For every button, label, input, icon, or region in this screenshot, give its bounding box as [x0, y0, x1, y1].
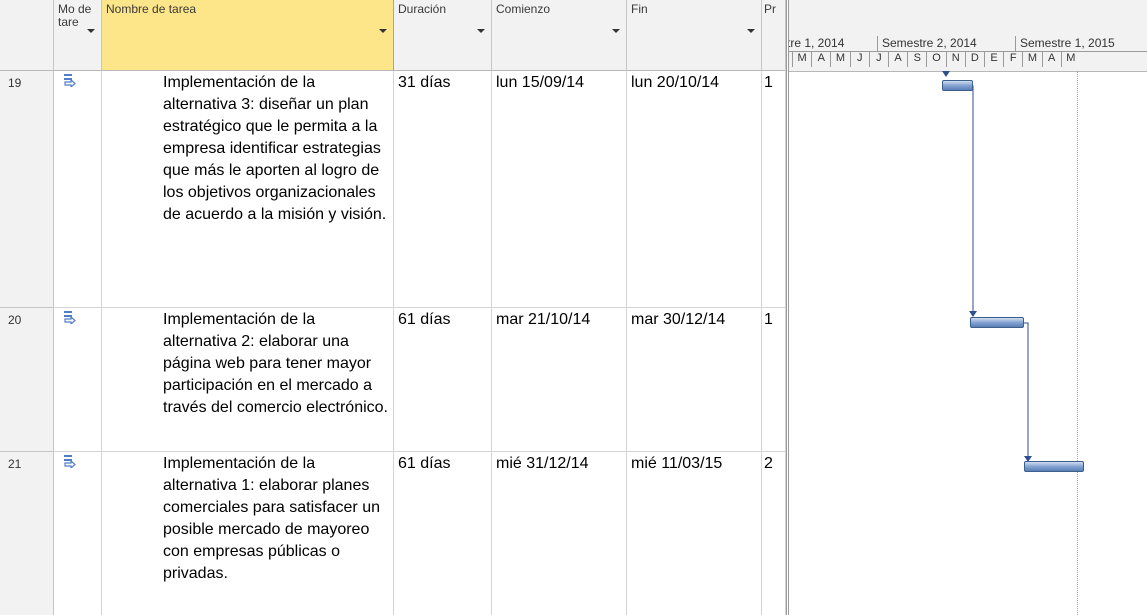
gantt-chart[interactable]: tre 1, 2014 Semestre 2, 2014 Semestre 1,… — [786, 0, 1147, 615]
column-header-start-label: Comienzo — [496, 2, 551, 16]
start-cell[interactable]: mié 31/12/14 — [492, 452, 627, 615]
column-header-predecessors-label: Pr — [764, 2, 776, 16]
column-header-finish-label: Fin — [631, 2, 648, 16]
column-header-predecessors[interactable]: Pr — [762, 0, 786, 71]
column-header-task-mode[interactable]: Mo de tare — [54, 0, 102, 71]
task-mode-cell[interactable] — [54, 71, 102, 308]
task-mode-cell[interactable] — [54, 308, 102, 452]
task-table: Mo de tare Nombre de tarea Duración Comi… — [0, 0, 786, 615]
task-bar-19[interactable] — [942, 80, 973, 91]
chevron-down-icon[interactable] — [747, 29, 755, 33]
task-name-cell[interactable]: Implementación de la alternativa 2: elab… — [102, 308, 394, 452]
column-header-duration-label: Duración — [398, 2, 447, 16]
auto-scheduled-task-icon — [64, 311, 76, 324]
column-header-task-mode-label: Mo de tare — [58, 2, 92, 29]
finish-cell[interactable]: mar 30/12/14 — [627, 308, 762, 452]
arrowhead-icon — [942, 71, 950, 77]
duration-cell[interactable]: 31 días — [394, 71, 492, 308]
auto-scheduled-task-icon — [64, 455, 76, 468]
select-all-corner[interactable] — [0, 0, 54, 71]
start-cell[interactable]: mar 21/10/14 — [492, 308, 627, 452]
column-header-task-name-label: Nombre de tarea — [106, 2, 197, 16]
chevron-down-icon[interactable] — [379, 29, 387, 33]
task-name-cell[interactable]: Implementación de la alternativa 3: dise… — [102, 71, 394, 308]
predecessors-cell[interactable]: 1 — [762, 71, 786, 308]
dependency-link — [1023, 322, 1029, 458]
finish-cell[interactable]: mié 11/03/15 — [627, 452, 762, 615]
task-name-cell[interactable]: Implementación de la alternativa 1: elab… — [102, 452, 394, 615]
start-cell[interactable]: lun 15/09/14 — [492, 71, 627, 308]
predecessors-cell[interactable]: 2 — [762, 452, 786, 615]
task-bar-21[interactable] — [1024, 461, 1084, 472]
task-mode-cell[interactable] — [54, 452, 102, 615]
column-header-finish[interactable]: Fin — [627, 0, 762, 71]
chevron-down-icon[interactable] — [87, 29, 95, 33]
finish-cell[interactable]: lun 20/10/14 — [627, 71, 762, 308]
chevron-down-icon[interactable] — [477, 29, 485, 33]
duration-cell[interactable]: 61 días — [394, 308, 492, 452]
predecessors-cell[interactable]: 1 — [762, 308, 786, 452]
gantt-links — [942, 71, 1032, 462]
row-header[interactable]: 19 — [0, 71, 54, 308]
auto-scheduled-task-icon — [64, 74, 76, 87]
column-header-duration[interactable]: Duración — [394, 0, 492, 71]
column-header-start[interactable]: Comienzo — [492, 0, 627, 71]
row-header[interactable]: 21 — [0, 452, 54, 615]
chevron-down-icon[interactable] — [612, 29, 620, 33]
task-bar-20[interactable] — [970, 317, 1024, 328]
dependency-link — [969, 85, 974, 313]
row-header[interactable]: 20 — [0, 308, 54, 452]
duration-cell[interactable]: 61 días — [394, 452, 492, 615]
column-header-task-name[interactable]: Nombre de tarea — [102, 0, 394, 71]
